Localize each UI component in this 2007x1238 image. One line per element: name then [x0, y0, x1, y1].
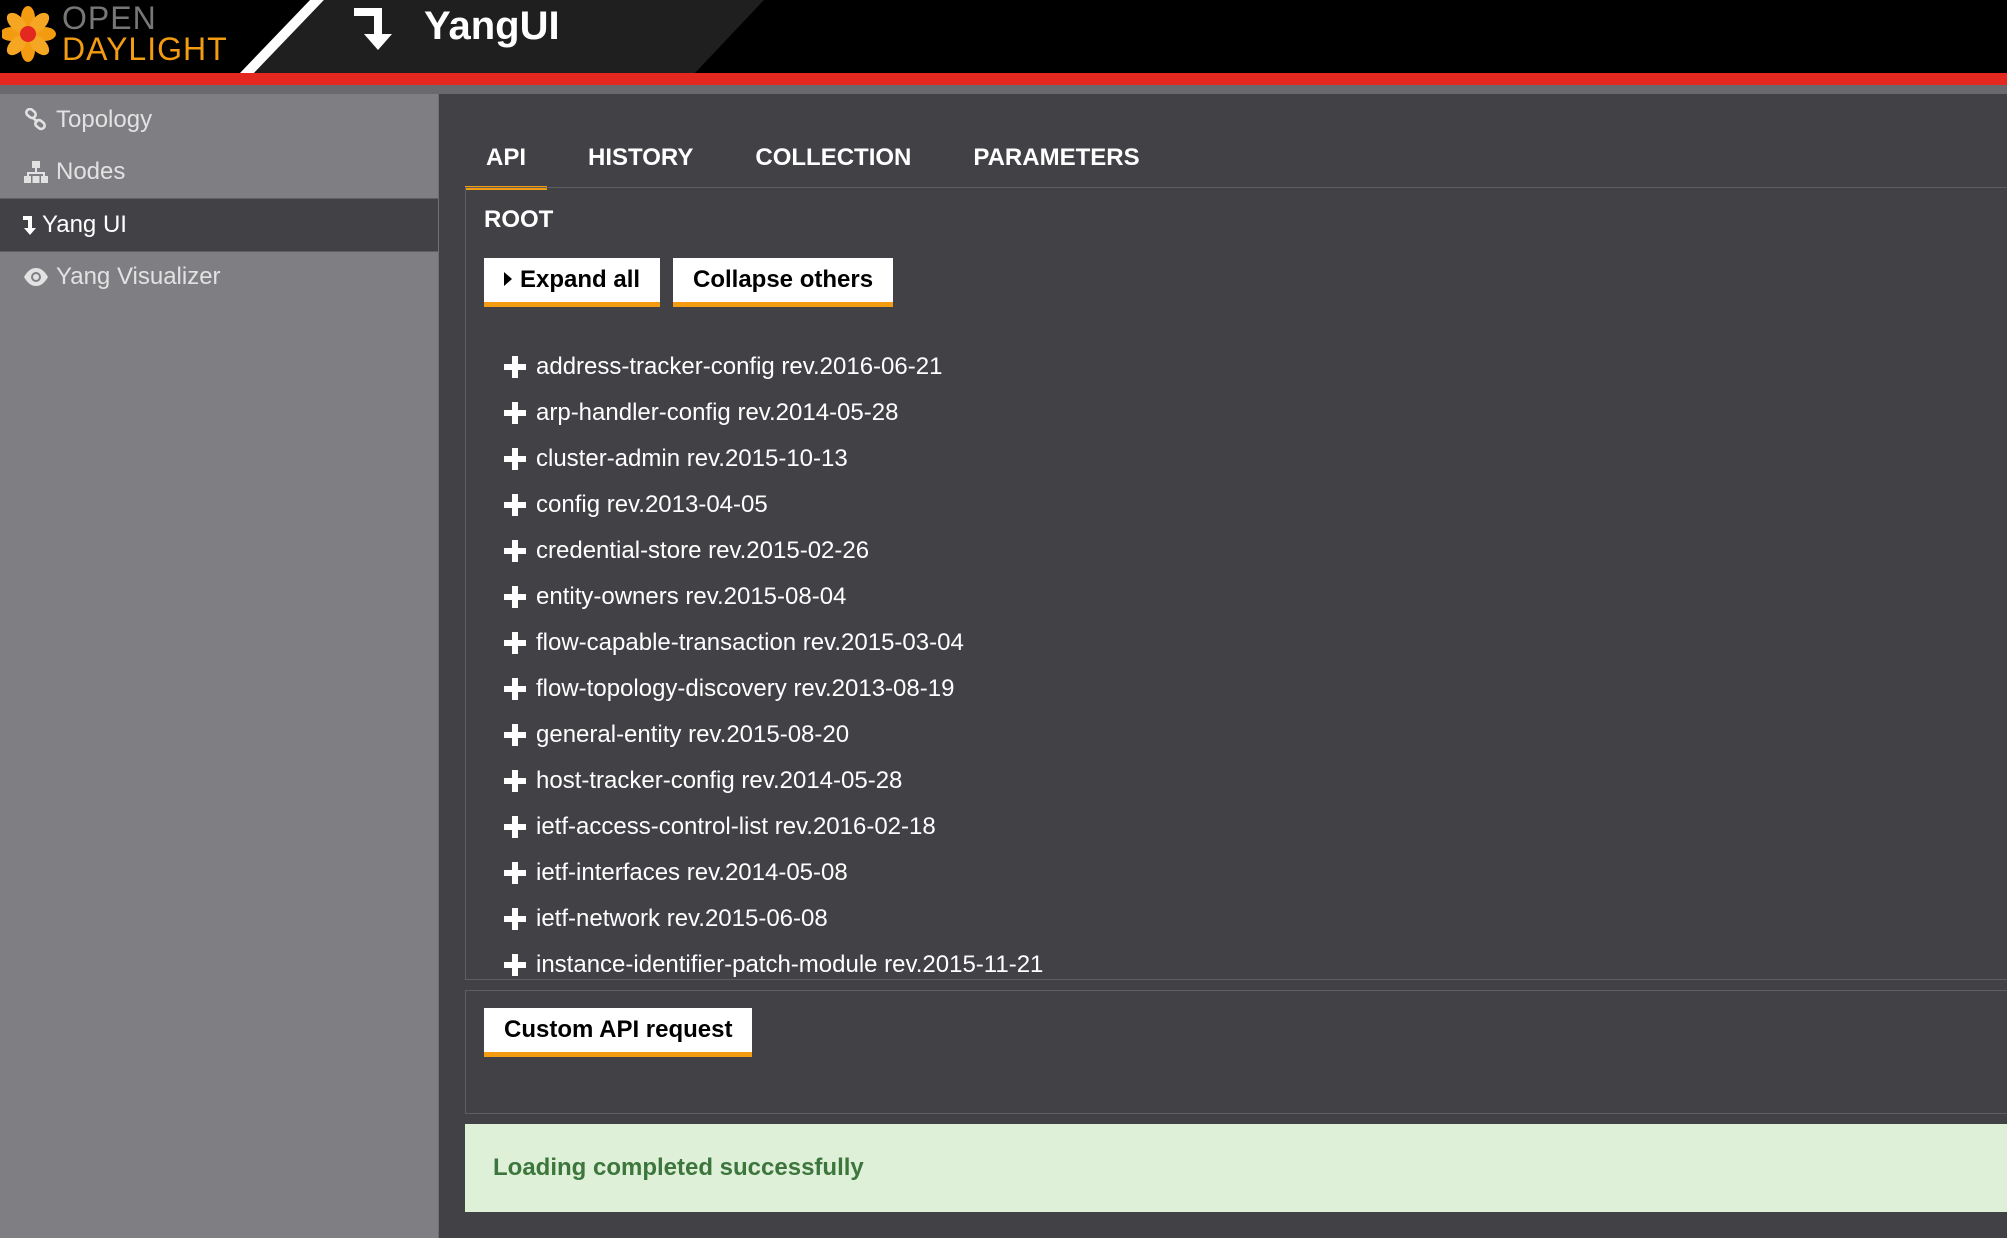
module-label: arp-handler-config rev.2014-05-28 — [536, 399, 899, 426]
plus-icon — [504, 586, 526, 608]
flower-logo-icon — [2, 6, 56, 62]
module-label: credential-store rev.2015-02-26 — [536, 537, 870, 564]
module-item[interactable]: flow-topology-discovery rev.2013-08-19 — [504, 666, 1043, 712]
plus-icon — [504, 724, 526, 746]
sidebar-item-label: Yang UI — [42, 211, 127, 238]
expand-all-label: Expand all — [520, 266, 641, 293]
plus-icon — [504, 448, 526, 470]
module-item[interactable]: ietf-network rev.2015-06-08 — [504, 896, 1043, 942]
root-label: ROOT — [484, 206, 554, 233]
sidebar-item-topology[interactable]: Topology — [0, 94, 438, 146]
plus-icon — [504, 678, 526, 700]
module-label: flow-topology-discovery rev.2013-08-19 — [536, 675, 955, 702]
plus-icon — [504, 402, 526, 424]
yangui-arrow-icon — [354, 8, 392, 50]
tab-collection[interactable]: COLLECTION — [734, 140, 932, 186]
module-item[interactable]: cluster-admin rev.2015-10-13 — [504, 436, 1043, 482]
module-item[interactable]: ietf-access-control-list rev.2016-02-18 — [504, 804, 1043, 850]
module-label: instance-identifier-patch-module rev.201… — [536, 951, 1044, 978]
module-item[interactable]: entity-owners rev.2015-08-04 — [504, 574, 1043, 620]
plus-icon — [504, 862, 526, 884]
module-label: ietf-interfaces rev.2014-05-08 — [536, 859, 848, 886]
sidebar-item-label: Yang Visualizer — [56, 263, 221, 290]
module-label: entity-owners rev.2015-08-04 — [536, 583, 847, 610]
sidebar-item-label: Nodes — [56, 158, 126, 185]
arrow-down-icon — [20, 213, 40, 237]
tab-api[interactable]: API — [465, 140, 548, 190]
plus-icon — [504, 632, 526, 654]
logo-text-daylight: DAYLIGHT — [62, 31, 228, 67]
module-label: host-tracker-config rev.2014-05-28 — [536, 767, 903, 794]
tab-parameters[interactable]: PARAMETERS — [952, 140, 1160, 186]
sidebar-item-label: Topology — [56, 106, 153, 133]
module-label: address-tracker-config rev.2016-06-21 — [536, 353, 943, 380]
module-label: config rev.2013-04-05 — [536, 491, 768, 518]
plus-icon — [504, 770, 526, 792]
status-message: Loading completed successfully — [493, 1154, 864, 1181]
sidebar-item-yang-ui[interactable]: Yang UI — [0, 198, 438, 252]
module-item[interactable]: host-tracker-config rev.2014-05-28 — [504, 758, 1043, 804]
module-label: general-entity rev.2015-08-20 — [536, 721, 850, 748]
module-label: flow-capable-transaction rev.2015-03-04 — [536, 629, 964, 656]
eye-icon — [22, 265, 50, 289]
status-alert: Loading completed successfully — [465, 1124, 2007, 1212]
module-label: ietf-access-control-list rev.2016-02-18 — [536, 813, 936, 840]
module-item[interactable]: credential-store rev.2015-02-26 — [504, 528, 1043, 574]
plus-icon — [504, 908, 526, 930]
expand-all-button[interactable]: Expand all — [484, 258, 661, 307]
tab-history[interactable]: HISTORY — [567, 140, 714, 186]
sitemap-icon — [22, 160, 50, 184]
header-accent-bar — [0, 73, 2007, 85]
module-label: ietf-network rev.2015-06-08 — [536, 905, 828, 932]
custom-api-panel: Custom API request — [465, 990, 2007, 1114]
module-item[interactable]: instance-identifier-patch-module rev.201… — [504, 942, 1043, 988]
app-title: YangUI — [424, 4, 560, 48]
custom-api-request-button[interactable]: Custom API request — [484, 1008, 753, 1057]
sidebar: Topology Nodes Yang UI Yang Visualizer — [0, 94, 439, 1238]
module-label: cluster-admin rev.2015-10-13 — [536, 445, 848, 472]
caret-right-icon — [504, 272, 512, 286]
plus-icon — [504, 954, 526, 976]
module-item[interactable]: general-entity rev.2015-08-20 — [504, 712, 1043, 758]
plus-icon — [504, 540, 526, 562]
plus-icon — [504, 816, 526, 838]
app-header: OPEN DAYLIGHT YangUI — [0, 0, 2007, 73]
main-tabs: API HISTORY COLLECTION PARAMETERS — [465, 140, 1181, 190]
link-icon — [22, 108, 50, 132]
module-item[interactable]: config rev.2013-04-05 — [504, 482, 1043, 528]
module-item[interactable]: address-tracker-config rev.2016-06-21 — [504, 344, 1043, 390]
module-item[interactable]: flow-capable-transaction rev.2015-03-04 — [504, 620, 1043, 666]
module-item[interactable]: ietf-interfaces rev.2014-05-08 — [504, 850, 1043, 896]
plus-icon — [504, 356, 526, 378]
sidebar-item-yang-visualizer[interactable]: Yang Visualizer — [0, 251, 438, 303]
collapse-others-button[interactable]: Collapse others — [673, 258, 894, 307]
header-shadow-bar — [0, 85, 2007, 94]
module-item[interactable]: arp-handler-config rev.2014-05-28 — [504, 390, 1043, 436]
plus-icon — [504, 494, 526, 516]
module-list: address-tracker-config rev.2016-06-21 ar… — [504, 344, 1043, 988]
api-panel: ROOT Expand all Collapse others address-… — [465, 188, 2007, 980]
sidebar-item-nodes[interactable]: Nodes — [0, 146, 438, 198]
